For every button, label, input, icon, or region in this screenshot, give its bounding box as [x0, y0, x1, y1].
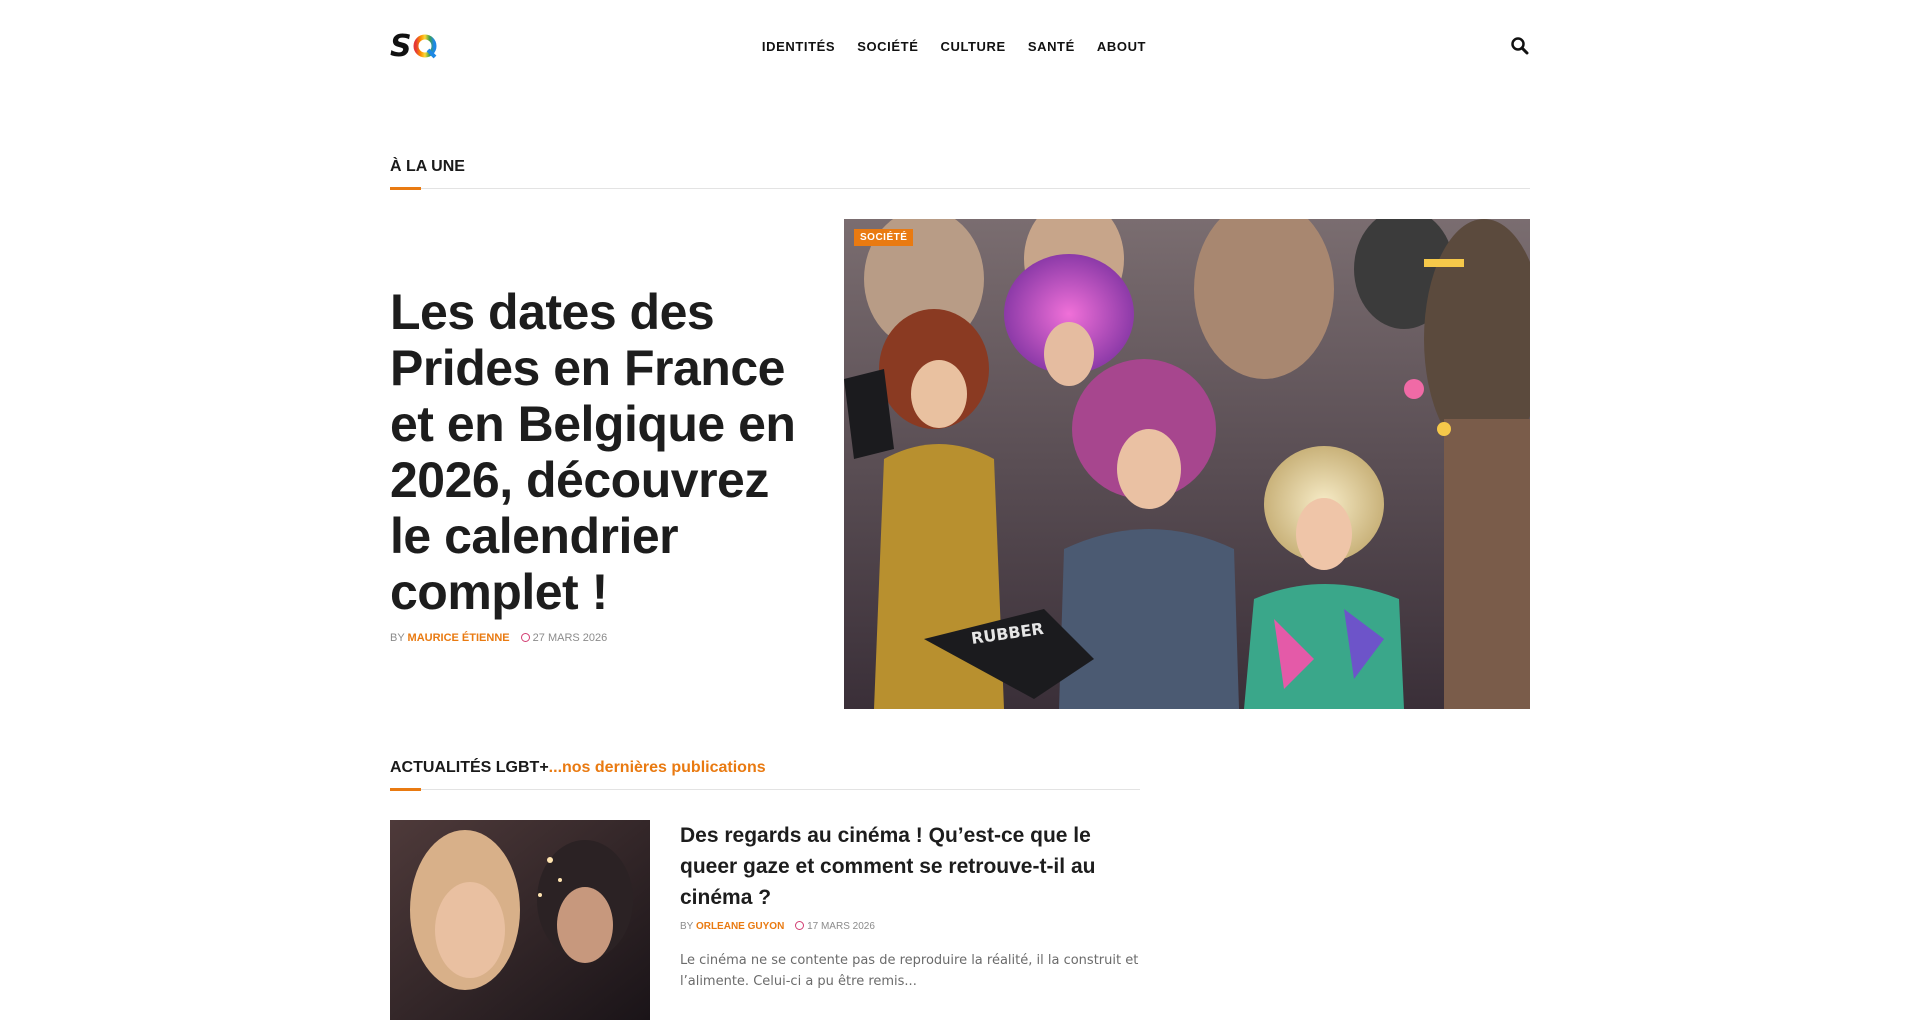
latest-section-heading: ACTUALITÉS LGBT+...nos dernières publica… [390, 759, 1140, 791]
site-header: S IDENTITÉS SOCIÉTÉ CULTURE SANTÉ ABOUT [390, 0, 1530, 92]
latest-section-title: ACTUALITÉS LGBT+...nos dernières publica… [390, 759, 1140, 789]
by-label: BY [390, 632, 405, 644]
thumbnail-illustration [390, 820, 650, 1020]
article-excerpt: Le cinéma ne se contente pas de reprodui… [680, 953, 1139, 989]
nav-item-societe[interactable]: SOCIÉTÉ [857, 39, 918, 54]
search-icon[interactable] [1510, 36, 1530, 56]
article-thumbnail[interactable] [390, 820, 650, 1020]
featured-title[interactable]: Les dates des Prides en France et en Bel… [390, 284, 810, 620]
list-item: Des regards au cinéma ! Qu’est-ce que le… [390, 820, 1140, 1020]
featured-section-heading: À LA UNE [390, 158, 1530, 190]
nav-item-culture[interactable]: CULTURE [940, 39, 1005, 54]
article-date: 17 MARS 2026 [795, 921, 875, 932]
by-label: BY [680, 921, 694, 932]
featured-photo-illustration: RUBBER [844, 219, 1530, 709]
category-badge[interactable]: SOCIÉTÉ [854, 229, 914, 246]
featured-image[interactable]: RUBBER SOCIÉTÉ [844, 219, 1530, 709]
featured-article: Les dates des Prides en France et en Bel… [390, 219, 1530, 709]
clock-icon [795, 921, 805, 930]
clock-icon [520, 633, 530, 642]
featured-author[interactable]: MAURICE ÉTIENNE [408, 632, 510, 644]
article-author[interactable]: ORLEANE GUYON [696, 921, 784, 932]
article-meta: BY ORLEANE GUYON 17 MARS 2026 [680, 921, 1140, 932]
featured-date: 27 MARS 2026 [520, 632, 607, 644]
latest-section-label: ACTUALITÉS LGBT+ [390, 759, 549, 776]
page-container: S IDENTITÉS SOCIÉTÉ CULTURE SANTÉ ABOUT … [390, 0, 1530, 1020]
featured-meta: BY MAURICE ÉTIENNE 27 MARS 2026 [390, 632, 810, 644]
featured-section-title: À LA UNE [390, 158, 465, 175]
nav-item-about[interactable]: ABOUT [1097, 39, 1146, 54]
article-title[interactable]: Des regards au cinéma ! Qu’est-ce que le… [680, 820, 1140, 913]
article-body: Des regards au cinéma ! Qu’est-ce que le… [680, 820, 1140, 1005]
main-nav: IDENTITÉS SOCIÉTÉ CULTURE SANTÉ ABOUT [378, 0, 1530, 92]
latest-section-accent: ...nos dernières publications [548, 759, 766, 776]
nav-item-sante[interactable]: SANTÉ [1028, 39, 1075, 54]
nav-item-identites[interactable]: IDENTITÉS [762, 39, 835, 54]
featured-text: Les dates des Prides en France et en Bel… [390, 219, 810, 709]
